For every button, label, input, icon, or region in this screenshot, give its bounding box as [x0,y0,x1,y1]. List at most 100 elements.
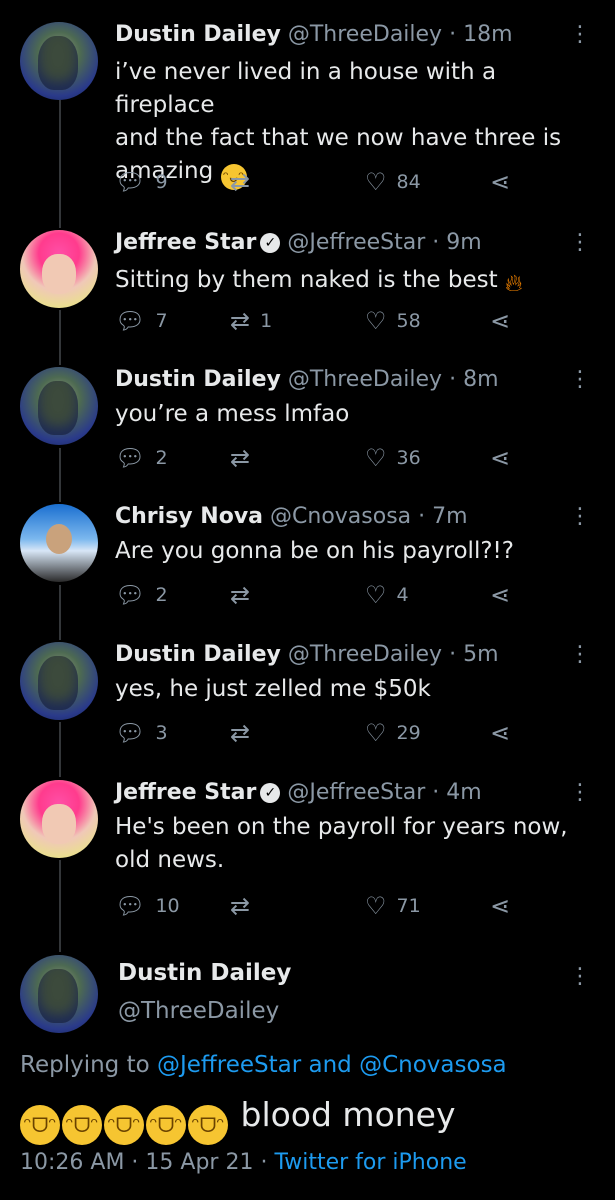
share-button[interactable]: ⋖ [490,719,520,747]
tweet-actions: 💬︎ 2 ⇄ ♡ 36 ⋖ [115,444,595,474]
avatar[interactable] [20,230,98,308]
more-options-icon[interactable]: ⋮ [569,644,591,666]
tweet-header: Dustin Dailey @ThreeDailey · 18m [115,22,513,47]
display-name[interactable]: Jeffree Star [115,780,256,805]
avatar[interactable] [20,780,98,858]
retweet-button[interactable]: ⇄ [230,892,260,920]
share-icon: ⋖ [490,444,511,472]
like-button[interactable]: ♡ 4 [365,581,409,609]
tweet-header: Jeffree Star ✓ @JeffreeStar · 4m [115,780,482,805]
heart-icon: ♡ [365,168,387,196]
main-tweet-handle[interactable]: @ThreeDailey [118,998,279,1024]
avatar[interactable] [20,367,98,445]
user-handle[interactable]: @ThreeDailey [288,642,442,667]
share-icon: ⋖ [490,581,511,609]
rofl-emoji-icon: ᵔᗜᵔ [188,1105,228,1145]
reply-button[interactable]: 💬︎ 10 [115,892,180,920]
reply-button[interactable]: 💬︎ 2 [115,581,168,609]
display-name[interactable]: Jeffree Star [115,230,256,255]
retweet-button[interactable]: ⇄ [230,581,260,609]
display-name[interactable]: Dustin Dailey [115,367,281,392]
like-button[interactable]: ♡ 58 [365,307,421,335]
like-button[interactable]: ♡ 29 [365,719,421,747]
rofl-emoji-icon: ᵔᗜᵔ [20,1105,60,1145]
display-name[interactable]: Chrisy Nova [115,504,263,529]
share-button[interactable]: ⋖ [490,892,520,920]
thread-line [59,310,61,365]
reply-button[interactable]: 💬︎ 2 [115,444,168,472]
share-button[interactable]: ⋖ [490,581,520,609]
mention-link[interactable]: @Cnovasosa [359,1052,507,1078]
user-handle[interactable]: @ThreeDailey [288,22,442,47]
reply-icon: 💬︎ [115,719,146,747]
tweet-metadata: 10:26 AM · 15 Apr 21 · Twitter for iPhon… [20,1150,467,1175]
tweet-time[interactable]: 10:26 AM [20,1150,124,1175]
timestamp: · 7m [418,504,468,529]
more-options-icon[interactable]: ⋮ [569,966,591,988]
timestamp: · 8m [449,367,499,392]
more-options-icon[interactable]: ⋮ [569,506,591,528]
tweet-header: Dustin Dailey @ThreeDailey · 5m [115,642,499,667]
like-button[interactable]: ♡ 84 [365,168,421,196]
retweet-icon: ⇄ [230,581,251,609]
retweet-icon: ⇄ [230,168,251,196]
reply-icon: 💬︎ [115,444,146,472]
thread-line [59,448,61,502]
user-handle[interactable]: @Cnovasosa [270,504,411,529]
timestamp: · 9m [432,230,482,255]
retweet-button[interactable]: ⇄ [230,444,260,472]
share-icon: ⋖ [490,719,511,747]
tweet-date[interactable]: 15 Apr 21 [145,1150,253,1175]
thread-line [59,722,61,777]
tweet-header: Chrisy Nova @Cnovasosa · 7m [115,504,468,529]
more-options-icon[interactable]: ⋮ [569,369,591,391]
reply-button[interactable]: 💬︎ 7 [115,307,168,335]
user-handle[interactable]: @ThreeDailey [288,367,442,392]
retweet-icon: ⇄ [230,307,251,335]
more-options-icon[interactable]: ⋮ [569,782,591,804]
share-button[interactable]: ⋖ [490,444,520,472]
retweet-button[interactable]: ⇄ [230,168,260,196]
share-icon: ⋖ [490,168,511,196]
tweet-text: yes, he just zelled me $50k [115,676,431,702]
tweet-actions: 💬︎ 10 ⇄ ♡ 71 ⋖ [115,892,595,922]
retweet-icon: ⇄ [230,444,251,472]
tweet-source[interactable]: Twitter for iPhone [274,1150,466,1175]
tweet-actions: 💬︎ 7 ⇄ 1 ♡ 58 ⋖ [115,307,595,337]
retweet-icon: ⇄ [230,892,251,920]
reply-icon: 💬︎ [115,168,146,196]
display-name[interactable]: Dustin Dailey [115,642,281,667]
avatar[interactable] [20,642,98,720]
rofl-emoji-icon: ᵔᗜᵔ [104,1105,144,1145]
tweet-text: Are you gonna be on his payroll?!? [115,538,514,564]
heart-icon: ♡ [365,307,387,335]
main-tweet-avatar[interactable] [20,955,98,1033]
retweet-button[interactable]: ⇄ 1 [230,307,272,335]
reply-icon: 💬︎ [115,581,146,609]
rofl-emoji-icon: ᵔᗜᵔ [62,1105,102,1145]
main-tweet-display-name[interactable]: Dustin Dailey [118,960,291,986]
more-options-icon[interactable]: ⋮ [569,232,591,254]
tweet-text: He's been on the payroll for years now, … [115,814,568,873]
tweet-header: Dustin Dailey @ThreeDailey · 8m [115,367,499,392]
replying-to: Replying to @JeffreeStar and @Cnovasosa [20,1052,507,1078]
reply-button[interactable]: 💬︎ 9 [115,168,168,196]
thread-line [59,100,61,228]
display-name[interactable]: Dustin Dailey [115,22,281,47]
user-handle[interactable]: @JeffreeStar [287,780,425,805]
reply-icon: 💬︎ [115,892,146,920]
share-button[interactable]: ⋖ [490,307,520,335]
share-icon: ⋖ [490,892,511,920]
like-button[interactable]: ♡ 36 [365,444,421,472]
user-handle[interactable]: @JeffreeStar [287,230,425,255]
like-button[interactable]: ♡ 71 [365,892,421,920]
mention-link[interactable]: @JeffreeStar [157,1052,301,1078]
avatar[interactable] [20,504,98,582]
share-button[interactable]: ⋖ [490,168,520,196]
more-options-icon[interactable]: ⋮ [569,24,591,46]
verified-badge-icon: ✓ [260,233,281,253]
reply-button[interactable]: 💬︎ 3 [115,719,168,747]
heart-icon: ♡ [365,444,387,472]
avatar[interactable] [20,22,98,100]
retweet-button[interactable]: ⇄ [230,719,260,747]
